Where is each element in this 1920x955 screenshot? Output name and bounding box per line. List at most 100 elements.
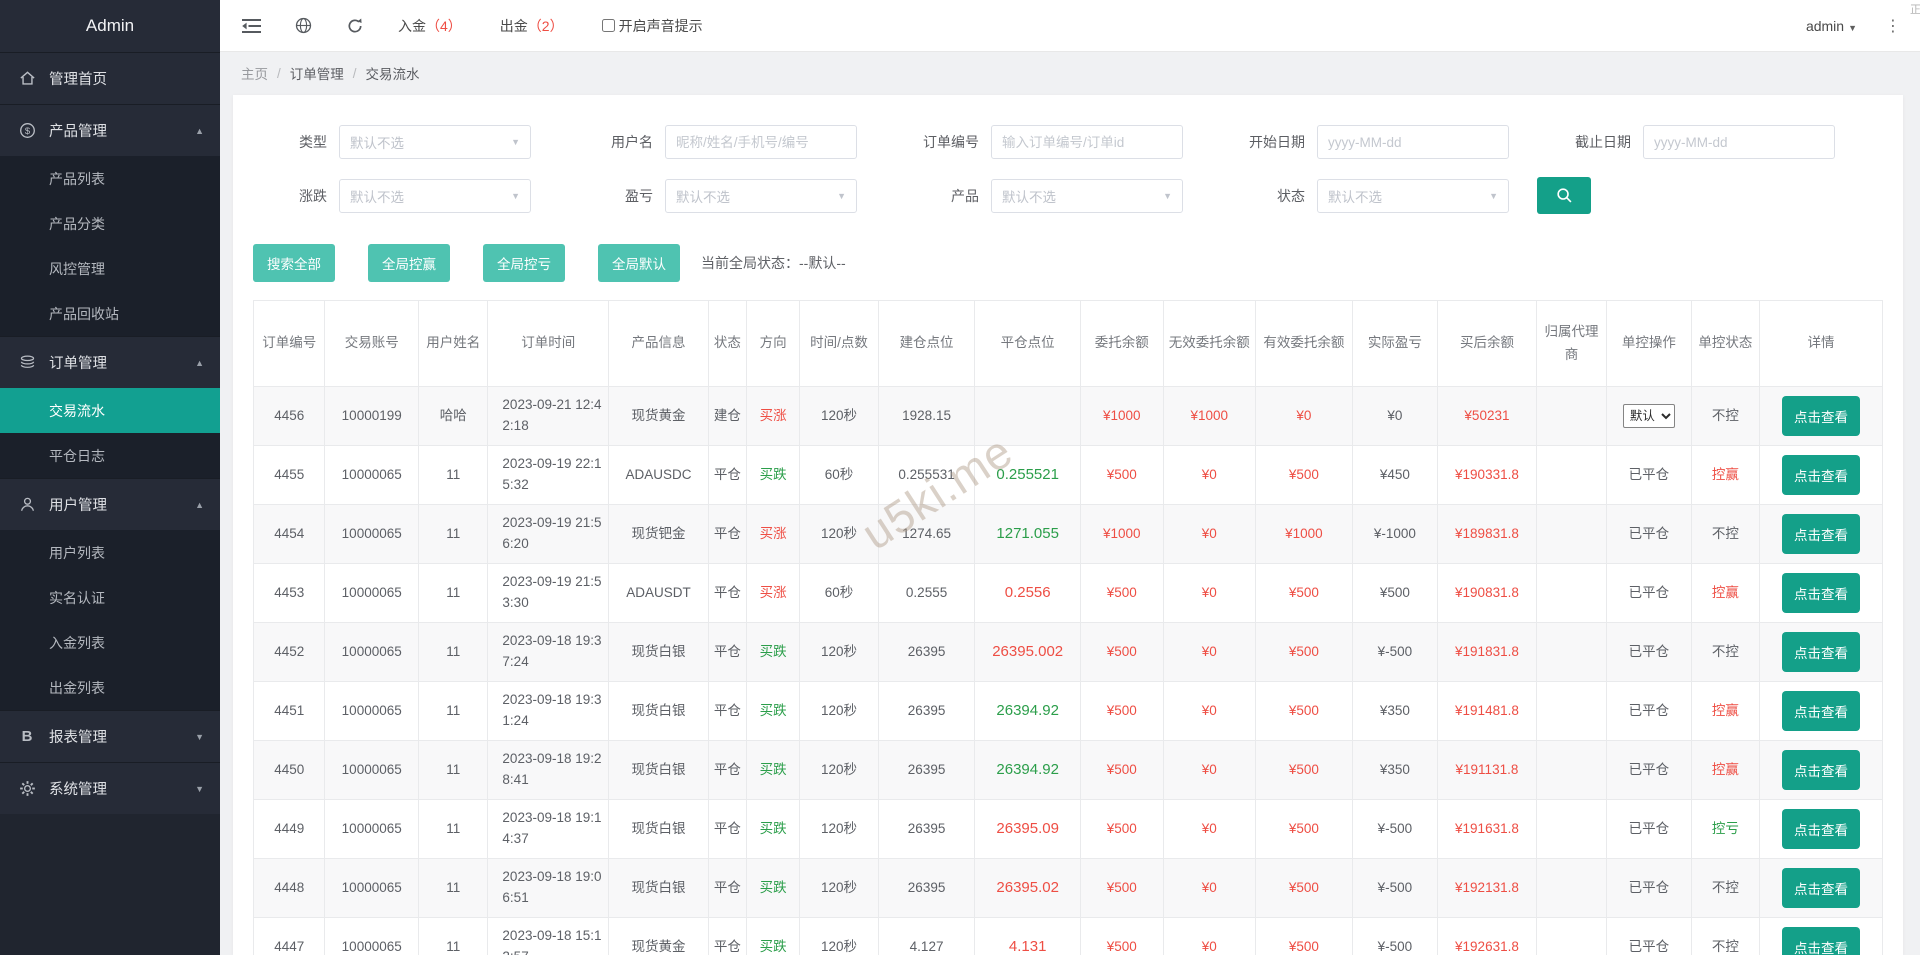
- type-select[interactable]: 默认不选 ▼: [339, 125, 531, 159]
- order-no-input[interactable]: [991, 125, 1183, 159]
- end-date-input[interactable]: [1643, 125, 1835, 159]
- cell-consign_balance: ¥500: [1080, 799, 1164, 859]
- cell-invalid_consign: ¥0: [1162, 681, 1257, 741]
- start-date-filter-label: 开始日期: [1249, 134, 1305, 150]
- status-select[interactable]: 默认不选 ▼: [1317, 178, 1509, 213]
- more-options-icon[interactable]: ⋮: [1885, 16, 1901, 36]
- cell-close_point: 26394.92: [974, 740, 1081, 800]
- sidebar-item-dashboard[interactable]: 管理首页: [0, 52, 220, 104]
- refresh-icon[interactable]: [346, 17, 364, 35]
- user-menu[interactable]: admin ▼: [1806, 18, 1857, 34]
- sound-checkbox[interactable]: [601, 19, 615, 32]
- cell-open_point: 26395: [877, 740, 976, 800]
- deposit-link[interactable]: 入金（4）: [398, 16, 462, 36]
- orders-table-body: 4456 10000199 哈哈 2023-09-21 12:42:18 现货黄金 建仓买…: [252, 386, 1883, 955]
- cell-order_no: 4450: [252, 740, 326, 800]
- detail-button[interactable]: 点击查看: [1782, 750, 1861, 790]
- col-account: 交易账号: [324, 300, 419, 387]
- products-submenu: 产品列表 产品分类 风控管理 产品回收站: [0, 156, 220, 336]
- sidebar-item-product-category[interactable]: 产品分类: [0, 201, 220, 246]
- col-agent: 归属代理商: [1535, 300, 1608, 387]
- profit-select[interactable]: 默认不选 ▼: [665, 178, 857, 213]
- cell-control_state: 不控: [1690, 858, 1761, 918]
- control-select[interactable]: 默认: [1622, 404, 1675, 428]
- cell-agent: [1535, 740, 1608, 800]
- cell-control_state: 控亏: [1690, 799, 1761, 859]
- cell-status: 平仓: [707, 799, 748, 859]
- cell-consign_balance: ¥500: [1080, 445, 1164, 505]
- sidebar-item-risk-control[interactable]: 风控管理: [0, 246, 220, 291]
- product-filter-label: 产品: [951, 187, 979, 204]
- sidebar-item-system[interactable]: 系统管理 ▼: [0, 762, 220, 814]
- cell-invalid_consign: ¥0: [1162, 917, 1257, 955]
- sidebar-item-users[interactable]: 用户管理 ▲: [0, 478, 220, 530]
- search-all-button[interactable]: 搜索全部: [253, 244, 335, 282]
- collapse-sidebar-icon[interactable]: [242, 18, 261, 33]
- product-select[interactable]: 默认不选 ▼: [991, 178, 1183, 213]
- table-row: 4450 10000065 11 2023-09-18 19:28:41 现货白银 平仓买…: [252, 740, 1883, 800]
- cell-detail: 点击查看: [1759, 799, 1883, 859]
- cell-after_balance: ¥191831.8: [1437, 622, 1537, 682]
- cell-direction: 买跌: [745, 622, 801, 682]
- sound-toggle[interactable]: 开启声音提示: [601, 16, 703, 36]
- cell-close_point: [974, 386, 1081, 446]
- cell-actual_profit: ¥500: [1351, 563, 1439, 623]
- cell-detail: 点击查看: [1759, 445, 1883, 505]
- updown-select[interactable]: 默认不选 ▼: [339, 178, 531, 213]
- deposit-count: （4）: [426, 17, 462, 34]
- orders-table-head-row: 订单编号 交易账号 用户姓名 订单时间 产品信息 状态 方向 时间/点数 建仓点位 平仓点位 委托余…: [252, 300, 1883, 387]
- cell-product: ADAUSDT: [608, 563, 709, 623]
- sidebar-item-product-list[interactable]: 产品列表: [0, 156, 220, 201]
- cell-status: 平仓: [707, 917, 748, 955]
- sidebar: Admin 管理首页 $ 产品管理 ▲ 产品列表 产品分类 风控管理 产品回收站…: [0, 0, 220, 955]
- detail-button[interactable]: 点击查看: [1782, 573, 1861, 613]
- cell-product: 现货钯金: [608, 504, 709, 564]
- cell-direction: 买跌: [745, 917, 801, 955]
- withdraw-link[interactable]: 出金（2）: [500, 16, 564, 36]
- global-win-button[interactable]: 全局控赢: [368, 244, 450, 282]
- cell-open_point: 4.127: [877, 917, 976, 955]
- cell-control_op: 已平仓: [1606, 622, 1692, 682]
- cell-control_state: 不控: [1690, 504, 1761, 564]
- chevron-down-icon: ▼: [511, 137, 520, 147]
- sidebar-item-products[interactable]: $ 产品管理 ▲: [0, 104, 220, 156]
- sidebar-item-withdraw-list[interactable]: 出金列表: [0, 665, 220, 710]
- orders-submenu: 交易流水 平仓日志: [0, 388, 220, 478]
- detail-button[interactable]: 点击查看: [1782, 455, 1861, 495]
- cell-detail: 点击查看: [1759, 504, 1883, 564]
- global-lose-button[interactable]: 全局控亏: [483, 244, 565, 282]
- cell-control_op: 已平仓: [1606, 740, 1692, 800]
- cell-product: 现货白银: [608, 740, 709, 800]
- detail-button[interactable]: 点击查看: [1782, 868, 1861, 908]
- start-date-input[interactable]: [1317, 125, 1509, 159]
- breadcrumb-home[interactable]: 主页: [241, 63, 268, 83]
- sidebar-item-user-list[interactable]: 用户列表: [0, 530, 220, 575]
- search-button[interactable]: [1537, 177, 1591, 214]
- end-date-filter-label: 截止日期: [1575, 134, 1631, 150]
- users-icon: [16, 496, 38, 513]
- detail-button[interactable]: 点击查看: [1782, 691, 1861, 731]
- sidebar-item-product-recycle[interactable]: 产品回收站: [0, 291, 220, 336]
- sidebar-item-close-log[interactable]: 平仓日志: [0, 433, 220, 478]
- cell-open_point: 0.2555: [877, 563, 976, 623]
- sidebar-item-trade-flow[interactable]: 交易流水: [0, 388, 220, 433]
- table-row: 4455 10000065 11 2023-09-19 22:15:32 ADAUSDC…: [252, 445, 1883, 505]
- cell-order_time: 2023-09-19 21:56:20: [487, 504, 610, 564]
- detail-button[interactable]: 点击查看: [1782, 927, 1861, 955]
- cell-control_op: 已平仓: [1606, 681, 1692, 741]
- cell-order_time: 2023-09-18 19:14:37: [487, 799, 610, 859]
- detail-button[interactable]: 点击查看: [1782, 396, 1861, 436]
- sidebar-item-realname-auth[interactable]: 实名认证: [0, 575, 220, 620]
- username-input[interactable]: [665, 125, 857, 159]
- language-globe-icon[interactable]: [295, 17, 312, 34]
- cell-control_state: 控赢: [1690, 445, 1761, 505]
- sidebar-item-deposit-list[interactable]: 入金列表: [0, 620, 220, 665]
- sidebar-item-reports[interactable]: B 报表管理 ▼: [0, 710, 220, 762]
- global-default-button[interactable]: 全局默认: [598, 244, 680, 282]
- breadcrumb-orders[interactable]: 订单管理: [290, 63, 344, 83]
- sidebar-item-orders[interactable]: 订单管理 ▲: [0, 336, 220, 388]
- detail-button[interactable]: 点击查看: [1782, 809, 1861, 849]
- cell-open_point: 26395: [877, 799, 976, 859]
- detail-button[interactable]: 点击查看: [1782, 514, 1861, 554]
- detail-button[interactable]: 点击查看: [1782, 632, 1861, 672]
